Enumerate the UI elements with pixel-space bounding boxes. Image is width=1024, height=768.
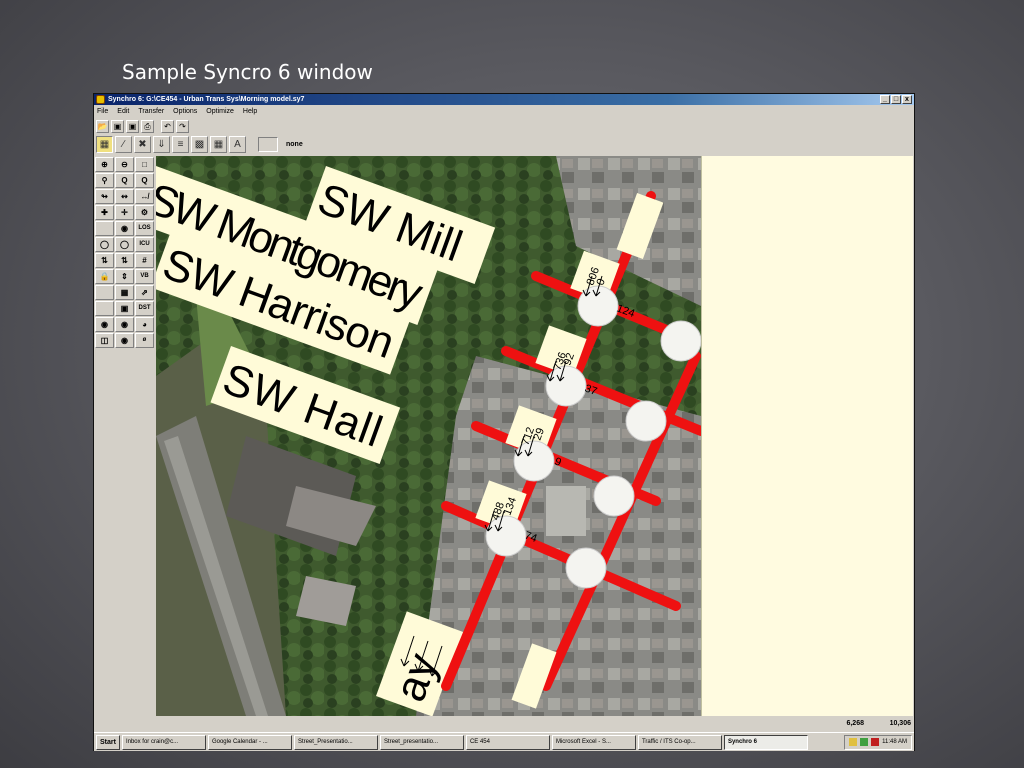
redo-icon[interactable]: ↷ bbox=[176, 119, 189, 133]
clock: 11:48 AM bbox=[882, 738, 907, 745]
phasing-icon[interactable]: ✚ bbox=[95, 205, 114, 220]
lane-config-2-icon[interactable]: ⇅ bbox=[115, 253, 134, 268]
selection-field: none bbox=[284, 137, 884, 152]
dst-button[interactable]: DST bbox=[135, 301, 154, 316]
zoom-in-icon[interactable]: ⊕ bbox=[95, 157, 114, 172]
database-icon[interactable]: ◫ bbox=[95, 333, 114, 348]
blank-tool-button[interactable] bbox=[95, 221, 114, 236]
undo-icon[interactable]: ↶ bbox=[161, 119, 174, 133]
tray-icon-2[interactable] bbox=[860, 738, 869, 746]
tray-icon-3[interactable] bbox=[871, 738, 880, 746]
menu-file[interactable]: File bbox=[97, 106, 108, 117]
lanes-icon[interactable]: ≡ bbox=[172, 136, 189, 153]
null-button[interactable]: ø bbox=[135, 333, 154, 348]
aerial-map[interactable]: SW Mill SW Montgomery SW Harrison SW Hal… bbox=[156, 156, 701, 716]
text-icon[interactable]: A bbox=[229, 136, 246, 153]
signal-icon[interactable]: ⇕ bbox=[115, 269, 134, 284]
zoom-out-icon[interactable]: ⊖ bbox=[115, 157, 134, 172]
taskbar-item-street-presentation-1[interactable]: Street_Presentatio... bbox=[293, 734, 378, 750]
pie-chart-icon[interactable]: ◕ bbox=[135, 317, 154, 332]
start-button[interactable]: Start bbox=[96, 734, 120, 750]
menu-options[interactable]: Options bbox=[173, 106, 197, 117]
save-icon[interactable]: ▣ bbox=[111, 119, 124, 133]
tray-icon-1[interactable] bbox=[849, 738, 858, 746]
system-tray: 11:48 AM bbox=[844, 734, 912, 750]
optimize-node-icon[interactable]: ◯ bbox=[95, 237, 114, 252]
minimize-button[interactable]: _ bbox=[880, 95, 890, 104]
lanes-window-icon[interactable]: ↬ bbox=[95, 189, 114, 204]
main-toolbar: 📂 ▣ ▣ ⎙ ↶ ↷ bbox=[94, 119, 914, 133]
slide-title: Sample Syncro 6 window bbox=[122, 60, 373, 84]
plaza bbox=[546, 486, 586, 536]
menu-help[interactable]: Help bbox=[243, 106, 257, 117]
vehicle-icon[interactable]: ◉ bbox=[115, 333, 134, 348]
node-harrison-6th[interactable] bbox=[593, 475, 635, 517]
icu-button[interactable]: ICU bbox=[135, 237, 154, 252]
hash-icon[interactable]: # bbox=[135, 253, 154, 268]
selection-indicator bbox=[258, 137, 278, 152]
diagonal-arrows-icon[interactable]: ⇗ bbox=[135, 285, 154, 300]
signal-time-icon[interactable]: ◉ bbox=[95, 317, 114, 332]
taskbar-item-street-presentation-2[interactable]: Street_presentatio... bbox=[379, 734, 464, 750]
taskbar-item-inbox[interactable]: Inbox for crain@c... bbox=[121, 734, 206, 750]
map-blank-area[interactable] bbox=[701, 156, 913, 716]
node-hall-broadway[interactable] bbox=[485, 515, 527, 557]
taskbar-item-ce454[interactable]: CE 454 bbox=[465, 734, 550, 750]
synchro-app-icon bbox=[96, 95, 105, 104]
map-settings-icon[interactable]: ▩ bbox=[191, 136, 208, 153]
close-button[interactable]: x bbox=[902, 95, 912, 104]
menu-edit[interactable]: Edit bbox=[117, 106, 129, 117]
signal-time-2-icon[interactable]: ◉ bbox=[115, 317, 134, 332]
taskbar-item-google-calendar[interactable]: Google Calendar - ... bbox=[207, 734, 292, 750]
maximize-button[interactable]: □ bbox=[891, 95, 901, 104]
los-vehicle-icon[interactable]: ◉ bbox=[115, 221, 134, 236]
node-hall-6th[interactable] bbox=[565, 547, 607, 589]
synchro-window: Synchro 6: G:\CE454 - Urban Trans Sys\Mo… bbox=[93, 93, 915, 751]
taskbar-item-excel[interactable]: Microsoft Excel - S... bbox=[551, 734, 636, 750]
add-link-icon[interactable]: ∕ bbox=[115, 136, 132, 153]
lane-config-icon[interactable]: ⇅ bbox=[95, 253, 114, 268]
los-button[interactable]: LOS bbox=[135, 221, 154, 236]
status-bar: 6,268 10,306 bbox=[94, 717, 914, 730]
status-y-coordinate: 10,306 bbox=[889, 720, 911, 727]
menu-transfer[interactable]: Transfer bbox=[138, 106, 164, 117]
simulation-icon[interactable]: ⚙ bbox=[135, 205, 154, 220]
map-canvas[interactable]: SW Mill SW Montgomery SW Harrison SW Hal… bbox=[156, 156, 701, 716]
distance-icon[interactable]: ▣ bbox=[115, 301, 134, 316]
volume-window-icon[interactable]: ↭ bbox=[115, 189, 134, 204]
detector-icon[interactable]: ✛ bbox=[115, 205, 134, 220]
taskbar-item-traffic-its[interactable]: Traffic / ITS Co-op... bbox=[637, 734, 722, 750]
lock-icon[interactable]: 🔒 bbox=[95, 269, 114, 284]
optimize-network-icon[interactable]: ◯ bbox=[115, 237, 134, 252]
node-mill-6th[interactable] bbox=[660, 320, 701, 362]
print-icon[interactable]: ⎙ bbox=[141, 119, 154, 133]
taskbar-item-synchro[interactable]: Synchro 6 bbox=[723, 734, 808, 750]
zoom-all-icon[interactable]: ⚲ bbox=[95, 173, 114, 188]
color-icon[interactable]: ▦ bbox=[210, 136, 227, 153]
select-mode-icon[interactable]: ▦ bbox=[96, 136, 113, 153]
zoom-window-icon[interactable]: □ bbox=[135, 157, 154, 172]
timing-window-icon[interactable]: ↮ bbox=[135, 189, 154, 204]
drawing-toolbar: ▦ ∕ ✖ ⇓ ≡ ▩ ▦ A none bbox=[94, 135, 914, 154]
node-harrison-broadway[interactable] bbox=[513, 440, 555, 482]
windows-taskbar: Start Inbox for crain@c... Google Calend… bbox=[94, 732, 914, 751]
title-bar: Synchro 6: G:\CE454 - Urban Trans Sys\Mo… bbox=[94, 94, 914, 105]
save-as-icon[interactable]: ▣ bbox=[126, 119, 139, 133]
blank-tool-button-3[interactable] bbox=[95, 301, 114, 316]
node-toolbox: ⊕ ⊖ □ ⚲ Q Q ↬ ↭ ↮ ✚ ✛ ⚙ ◉ LOS ◯ ◯ ICU ⇅ … bbox=[94, 156, 156, 716]
menu-optimize[interactable]: Optimize bbox=[206, 106, 234, 117]
status-x-coordinate: 6,268 bbox=[846, 720, 864, 727]
window-title: Synchro 6: G:\CE454 - Urban Trans Sys\Mo… bbox=[108, 96, 305, 103]
vb-button[interactable]: VB bbox=[135, 269, 154, 284]
transfer-icon[interactable]: ⇓ bbox=[153, 136, 170, 153]
zoom-previous-icon[interactable]: Q bbox=[115, 173, 134, 188]
node-montgomery-6th[interactable] bbox=[625, 400, 667, 442]
menu-bar: File Edit Transfer Options Optimize Help bbox=[94, 106, 914, 117]
open-icon[interactable]: 📂 bbox=[96, 119, 109, 133]
blank-tool-button-2[interactable] bbox=[95, 285, 114, 300]
add-bend-icon[interactable]: ✖ bbox=[134, 136, 151, 153]
layers-icon[interactable]: ▦ bbox=[115, 285, 134, 300]
node-montgomery-broadway[interactable] bbox=[545, 365, 587, 407]
zoom-scale-icon[interactable]: Q bbox=[135, 173, 154, 188]
